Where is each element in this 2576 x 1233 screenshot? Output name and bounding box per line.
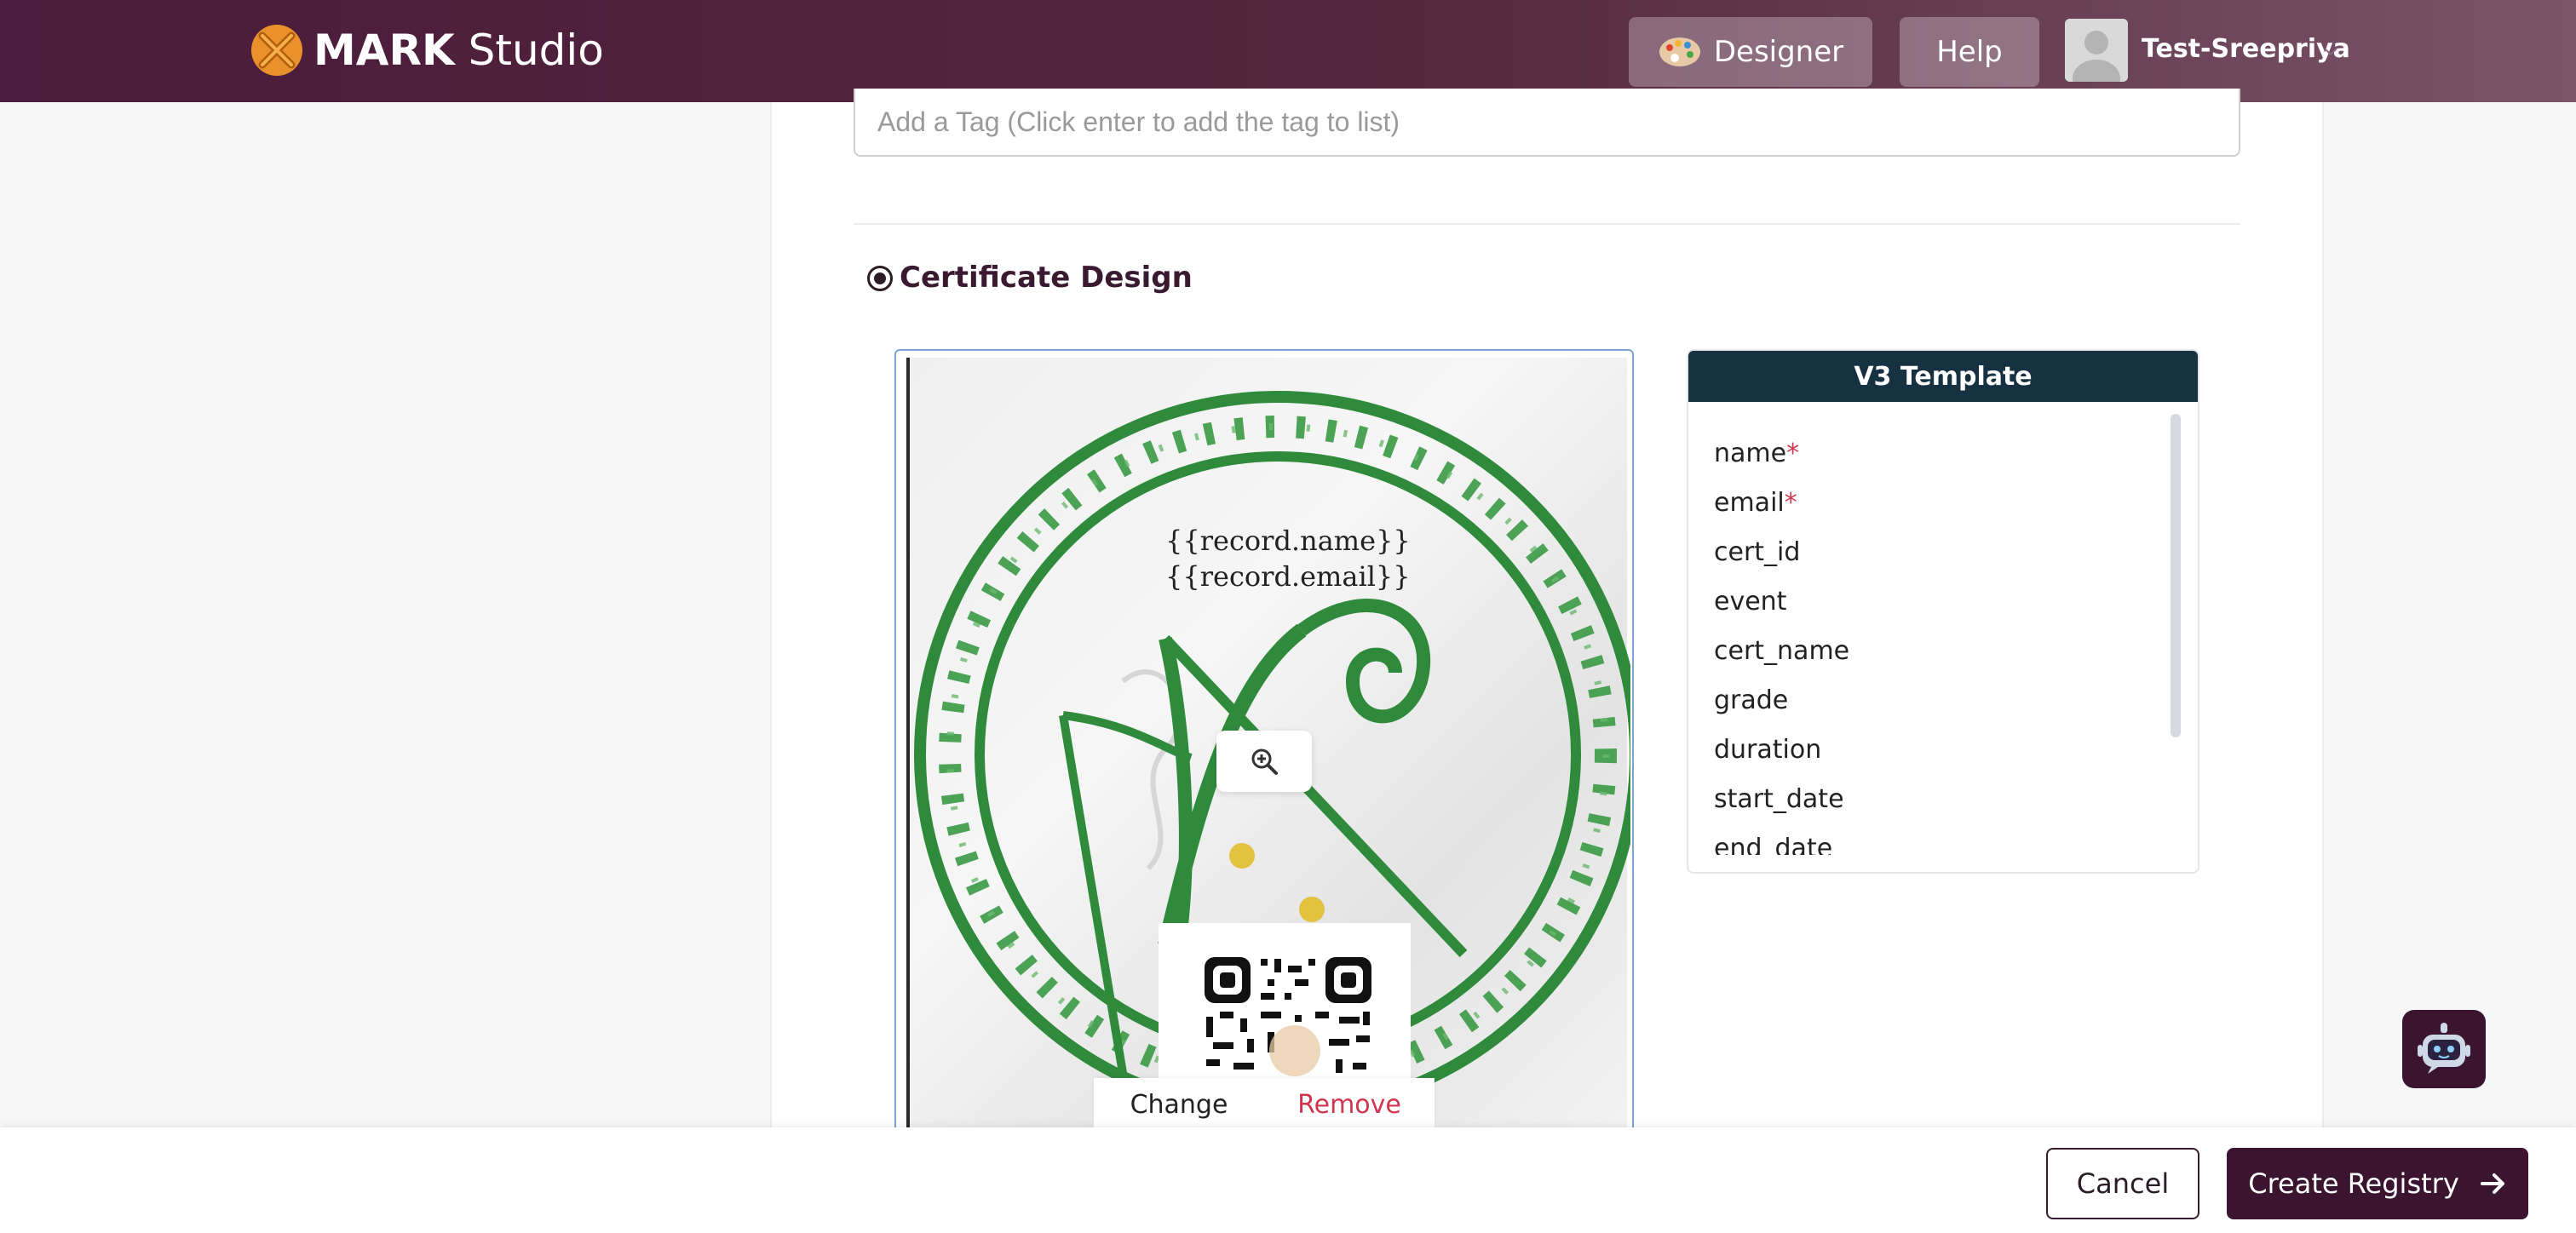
brand-name[interactable]: MARK Studio: [313, 20, 604, 80]
template-field-name[interactable]: name*: [1714, 429, 2157, 479]
template-field-cert-name[interactable]: cert_name: [1714, 627, 2157, 676]
template-field-start-date[interactable]: start_date: [1714, 775, 2157, 824]
cert-email-placeholder: {{record.email}}: [1165, 560, 1411, 593]
help-button[interactable]: Help: [1900, 17, 2039, 87]
chatbot-button[interactable]: [2402, 1010, 2486, 1088]
template-field-email[interactable]: email*: [1714, 479, 2157, 528]
template-scrollbar[interactable]: [2171, 414, 2181, 737]
arrow-right-icon: [2480, 1173, 2504, 1194]
template-field-cert-id[interactable]: cert_id: [1714, 528, 2157, 577]
field-label: end_date: [1714, 834, 1833, 855]
section-divider: [854, 223, 2240, 225]
chevron-down-icon[interactable]: [2322, 43, 2339, 60]
cancel-button[interactable]: Cancel: [2046, 1148, 2199, 1219]
field-label: name: [1714, 439, 1787, 468]
required-marker: *: [1786, 439, 1800, 468]
field-label: event: [1714, 587, 1787, 616]
brand-light: Studio: [468, 26, 604, 75]
brand-bold: MARK: [313, 26, 455, 75]
section-title: Certificate Design: [900, 261, 1193, 295]
field-label: grade: [1714, 685, 1789, 715]
help-label: Help: [1936, 35, 2003, 69]
create-registry-label: Create Registry: [2248, 1167, 2459, 1200]
field-label: start_date: [1714, 784, 1844, 814]
template-field-event[interactable]: event: [1714, 577, 2157, 627]
template-panel-title: V3 Template: [1688, 351, 2198, 402]
palette-icon: [1659, 37, 1700, 66]
field-label: cert_id: [1714, 537, 1801, 567]
template-field-list[interactable]: name* email* cert_id event cert_name gra…: [1714, 429, 2157, 855]
certificate-design-radio[interactable]: [867, 266, 893, 291]
remove-image-button[interactable]: Remove: [1264, 1078, 1435, 1131]
zoom-button[interactable]: [1216, 731, 1312, 792]
field-label: email: [1714, 488, 1785, 518]
image-action-bar: Change Remove: [1094, 1078, 1435, 1131]
template-field-end-date[interactable]: end_date: [1714, 824, 2157, 855]
designer-button[interactable]: Designer: [1629, 17, 1872, 87]
tag-input[interactable]: [854, 89, 2240, 157]
template-field-duration[interactable]: duration: [1714, 725, 2157, 775]
required-marker: *: [1784, 488, 1797, 518]
zoom-in-icon: [1251, 748, 1278, 775]
template-field-grade[interactable]: grade: [1714, 676, 2157, 725]
field-label: cert_name: [1714, 636, 1850, 666]
user-icon: [2065, 19, 2128, 82]
mark-logo-icon[interactable]: [250, 24, 303, 77]
designer-label: Designer: [1713, 35, 1844, 69]
user-avatar[interactable]: [2065, 19, 2128, 82]
robot-icon: [2418, 1023, 2470, 1074]
cert-name-placeholder: {{record.name}}: [1165, 525, 1411, 557]
field-label: duration: [1714, 735, 1822, 765]
template-panel: V3 Template name* email* cert_id event c…: [1687, 349, 2199, 874]
change-image-button[interactable]: Change: [1094, 1078, 1264, 1131]
create-registry-button[interactable]: Create Registry: [2227, 1148, 2528, 1219]
top-navbar: MARK Studio Designer Help Test-Sreepriya: [0, 0, 2576, 102]
username[interactable]: Test-Sreepriya: [2142, 34, 2350, 64]
